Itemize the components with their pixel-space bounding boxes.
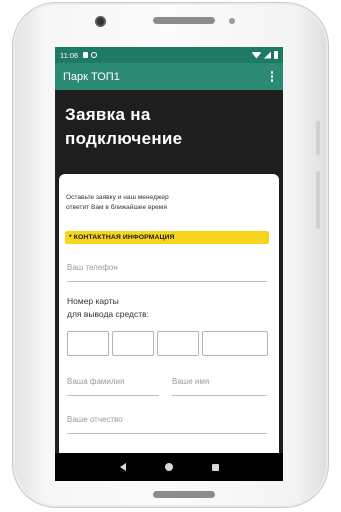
form-intro-line2: ответит Вам в ближайшее время [66, 204, 167, 211]
app-title: Парк ТОП1 [63, 70, 120, 83]
contact-info-section-label: * КОНТАКТНАЯ ИНФОРМАЦИЯ [65, 231, 269, 244]
patronymic-field[interactable]: Ваше отчество [67, 415, 267, 434]
front-camera [95, 16, 106, 27]
status-bar: 11:06 [55, 47, 283, 63]
firstname-field[interactable]: Ваше имя [172, 377, 267, 396]
bottom-speaker [153, 491, 215, 498]
volume-button [316, 171, 320, 229]
sync-icon [91, 52, 98, 58]
phone-field[interactable]: Ваш телефон [67, 263, 267, 282]
page-title-line2: подключение [65, 129, 183, 148]
app-bar: Парк ТОП1 [55, 63, 283, 90]
card-digits-group-4[interactable] [202, 331, 268, 356]
card-number-label-line1: Номер карты [67, 296, 119, 306]
signal-icon [264, 51, 271, 59]
status-indicators [252, 51, 278, 59]
nav-home-icon[interactable] [164, 463, 173, 471]
nav-back-icon[interactable] [119, 463, 126, 471]
card-number-label-line2: для вывода средств: [67, 309, 150, 319]
more-vert-icon[interactable] [269, 69, 276, 84]
phone-screen: 11:06 Парк ТОП1 Заявка на подключение Ос… [55, 47, 283, 453]
form-intro-line1: Оставьте заявку и наш менеджер [66, 194, 169, 201]
sd-card-icon [83, 52, 89, 58]
wifi-icon [252, 51, 261, 59]
power-button [316, 121, 320, 155]
card-digits-group-3[interactable] [157, 331, 199, 356]
card-digits-group-2[interactable] [112, 331, 154, 356]
earpiece-speaker [153, 17, 215, 24]
page-title-line1: Заявка на [65, 105, 151, 124]
proximity-sensor [229, 18, 235, 24]
nav-recent-icon[interactable] [211, 463, 219, 471]
status-time: 11:06 [60, 50, 79, 60]
battery-icon [274, 51, 278, 59]
form-intro-text: Оставьте заявку и наш менеджер ответит В… [59, 174, 279, 231]
card-digits-group-1[interactable] [67, 331, 109, 356]
card-number-label: Номер карты для вывода средств: [67, 295, 149, 321]
lastname-field[interactable]: Ваша фамилия [67, 377, 159, 396]
navigation-bar [55, 453, 283, 481]
application-form-card: Оставьте заявку и наш менеджер ответит В… [59, 174, 279, 453]
